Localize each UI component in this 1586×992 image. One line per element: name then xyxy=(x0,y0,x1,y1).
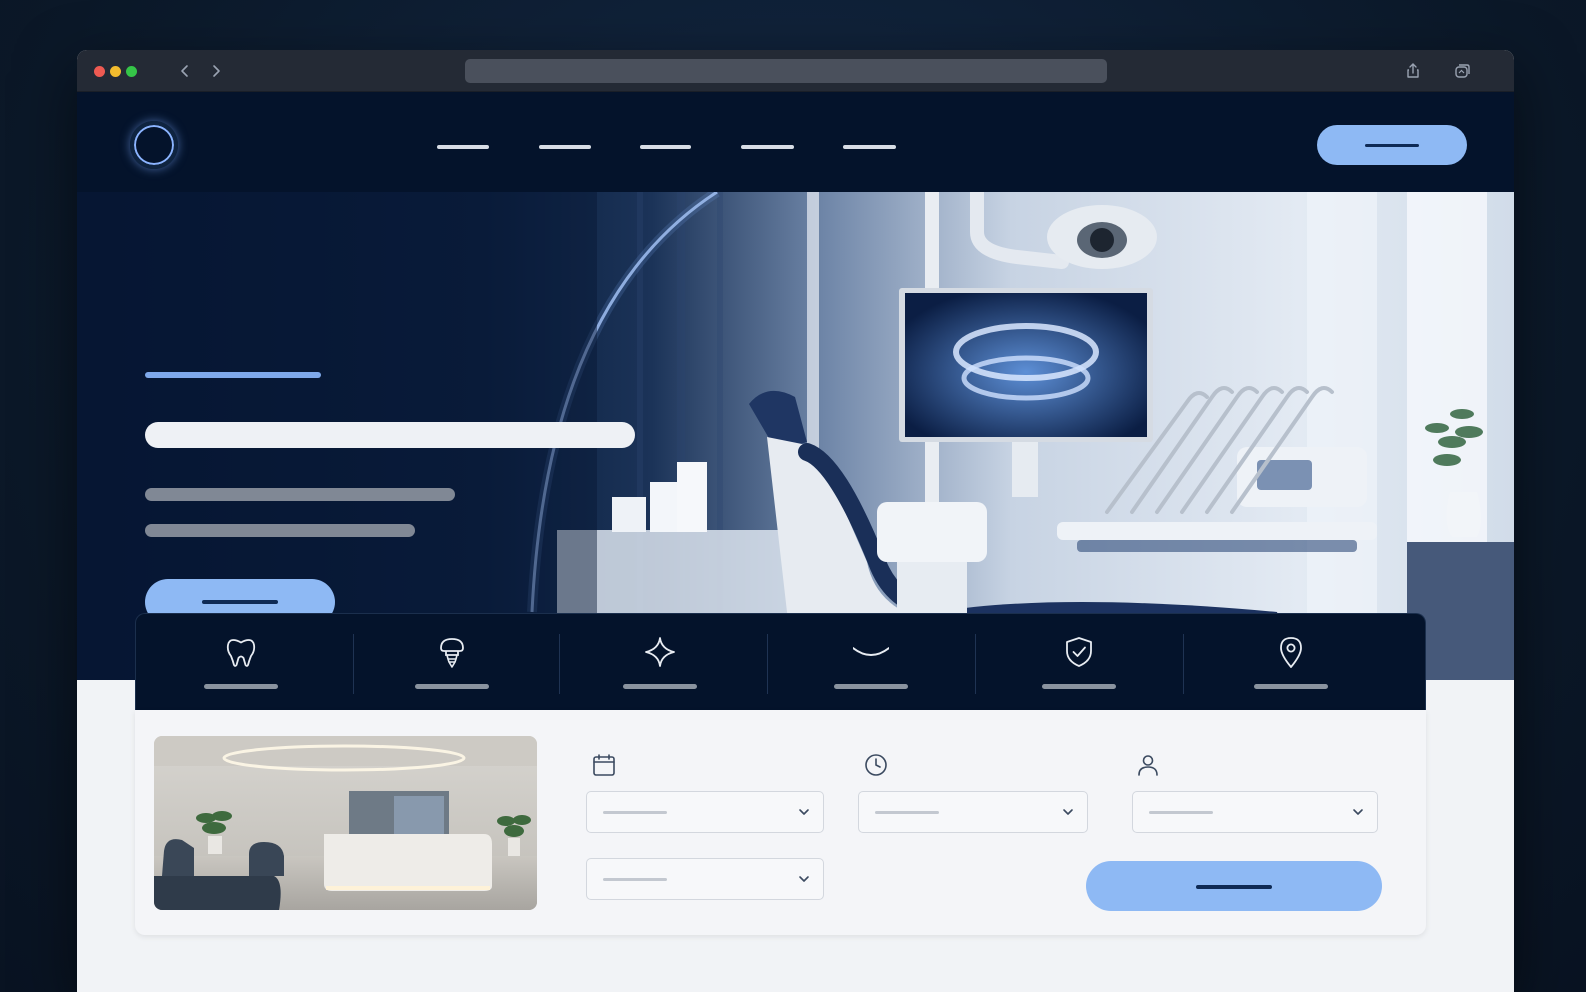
service-item-6[interactable] xyxy=(1186,614,1395,711)
service-item-1[interactable] xyxy=(136,614,345,711)
user-icon xyxy=(1135,752,1161,778)
service-item-4[interactable] xyxy=(766,614,975,711)
calendar-icon xyxy=(591,752,617,778)
booking-panel xyxy=(135,710,1426,935)
shield-check-icon xyxy=(1061,634,1097,670)
nav-cta-label-placeholder xyxy=(1365,144,1419,147)
clock-icon xyxy=(863,752,889,778)
hero-section xyxy=(77,192,1514,680)
site-navbar xyxy=(77,92,1514,192)
service-label-3 xyxy=(622,684,697,689)
nav-link-1[interactable] xyxy=(437,145,489,149)
hero-subtitle-line-1 xyxy=(145,488,455,501)
nav-link-3[interactable] xyxy=(640,145,691,149)
maximize-window-button[interactable] xyxy=(126,66,137,77)
chevron-left-icon[interactable] xyxy=(175,61,195,81)
book-button-label-placeholder xyxy=(1196,885,1272,889)
hero-headline xyxy=(145,422,635,448)
service-select[interactable] xyxy=(586,858,824,900)
time-select-placeholder xyxy=(875,811,939,814)
service-label-1 xyxy=(203,684,278,689)
implant-icon xyxy=(434,634,470,670)
browser-toolbar xyxy=(77,50,1514,92)
date-select-placeholder xyxy=(603,811,667,814)
service-label-2 xyxy=(414,684,489,689)
hero-cta-label-placeholder xyxy=(202,600,278,604)
services-strip xyxy=(135,613,1426,710)
book-appointment-nav-button[interactable] xyxy=(1317,125,1467,165)
chevron-right-icon[interactable] xyxy=(206,61,226,81)
time-select-value xyxy=(859,792,860,793)
date-select[interactable] xyxy=(586,791,824,833)
share-icon[interactable] xyxy=(1404,62,1422,80)
chevron-down-icon xyxy=(797,872,811,886)
service-divider xyxy=(1183,634,1184,694)
tabs-icon[interactable] xyxy=(1453,62,1471,80)
service-item-2[interactable] xyxy=(347,614,556,711)
hero-subtitle-line-2 xyxy=(145,524,415,537)
service-label-4 xyxy=(833,684,908,689)
service-label-6 xyxy=(1253,684,1328,689)
service-label-5 xyxy=(1041,684,1116,689)
patient-select-value xyxy=(1133,792,1134,793)
service-select-placeholder xyxy=(603,878,667,881)
minimize-window-button[interactable] xyxy=(110,66,121,77)
book-appointment-button[interactable] xyxy=(1086,861,1382,911)
nav-link-2[interactable] xyxy=(539,145,591,149)
address-bar[interactable] xyxy=(465,59,1107,83)
location-pin-icon xyxy=(1273,634,1309,670)
ring-logo-icon[interactable] xyxy=(130,121,178,169)
patient-select[interactable] xyxy=(1132,791,1378,833)
patient-select-placeholder xyxy=(1149,811,1213,814)
browser-window xyxy=(77,50,1514,992)
nav-link-4[interactable] xyxy=(741,145,794,149)
chevron-down-icon xyxy=(1351,805,1365,819)
time-select[interactable] xyxy=(858,791,1088,833)
sparkle-icon xyxy=(642,634,678,670)
chevron-down-icon xyxy=(797,805,811,819)
close-window-button[interactable] xyxy=(94,66,105,77)
chevron-down-icon xyxy=(1061,805,1075,819)
service-item-5[interactable] xyxy=(974,614,1183,711)
clinic-reception-image xyxy=(154,736,537,910)
date-select-value xyxy=(587,792,588,793)
nav-link-5[interactable] xyxy=(843,145,896,149)
service-select-value xyxy=(587,859,588,860)
hero-eyebrow xyxy=(145,372,321,378)
smile-icon xyxy=(851,634,890,670)
service-item-3[interactable] xyxy=(555,614,764,711)
tooth-icon xyxy=(223,634,259,670)
